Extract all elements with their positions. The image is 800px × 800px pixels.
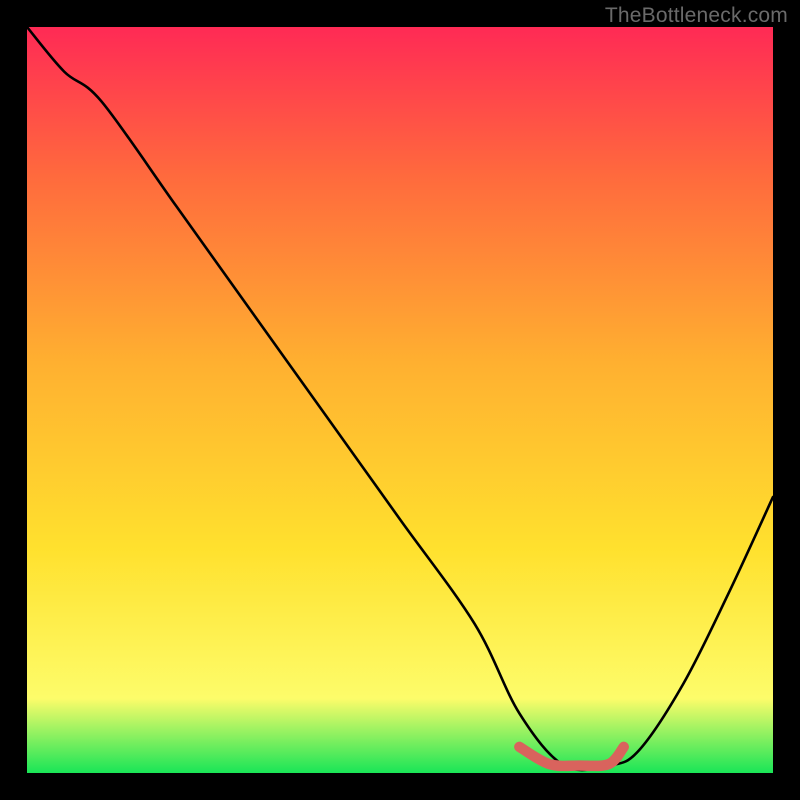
watermark-label: TheBottleneck.com xyxy=(605,4,788,28)
sweet-spot-marker xyxy=(519,747,623,766)
curve-layer xyxy=(27,27,773,773)
bottleneck-curve xyxy=(27,27,773,770)
chart-stage: TheBottleneck.com xyxy=(0,0,800,800)
plot-area xyxy=(27,27,773,773)
